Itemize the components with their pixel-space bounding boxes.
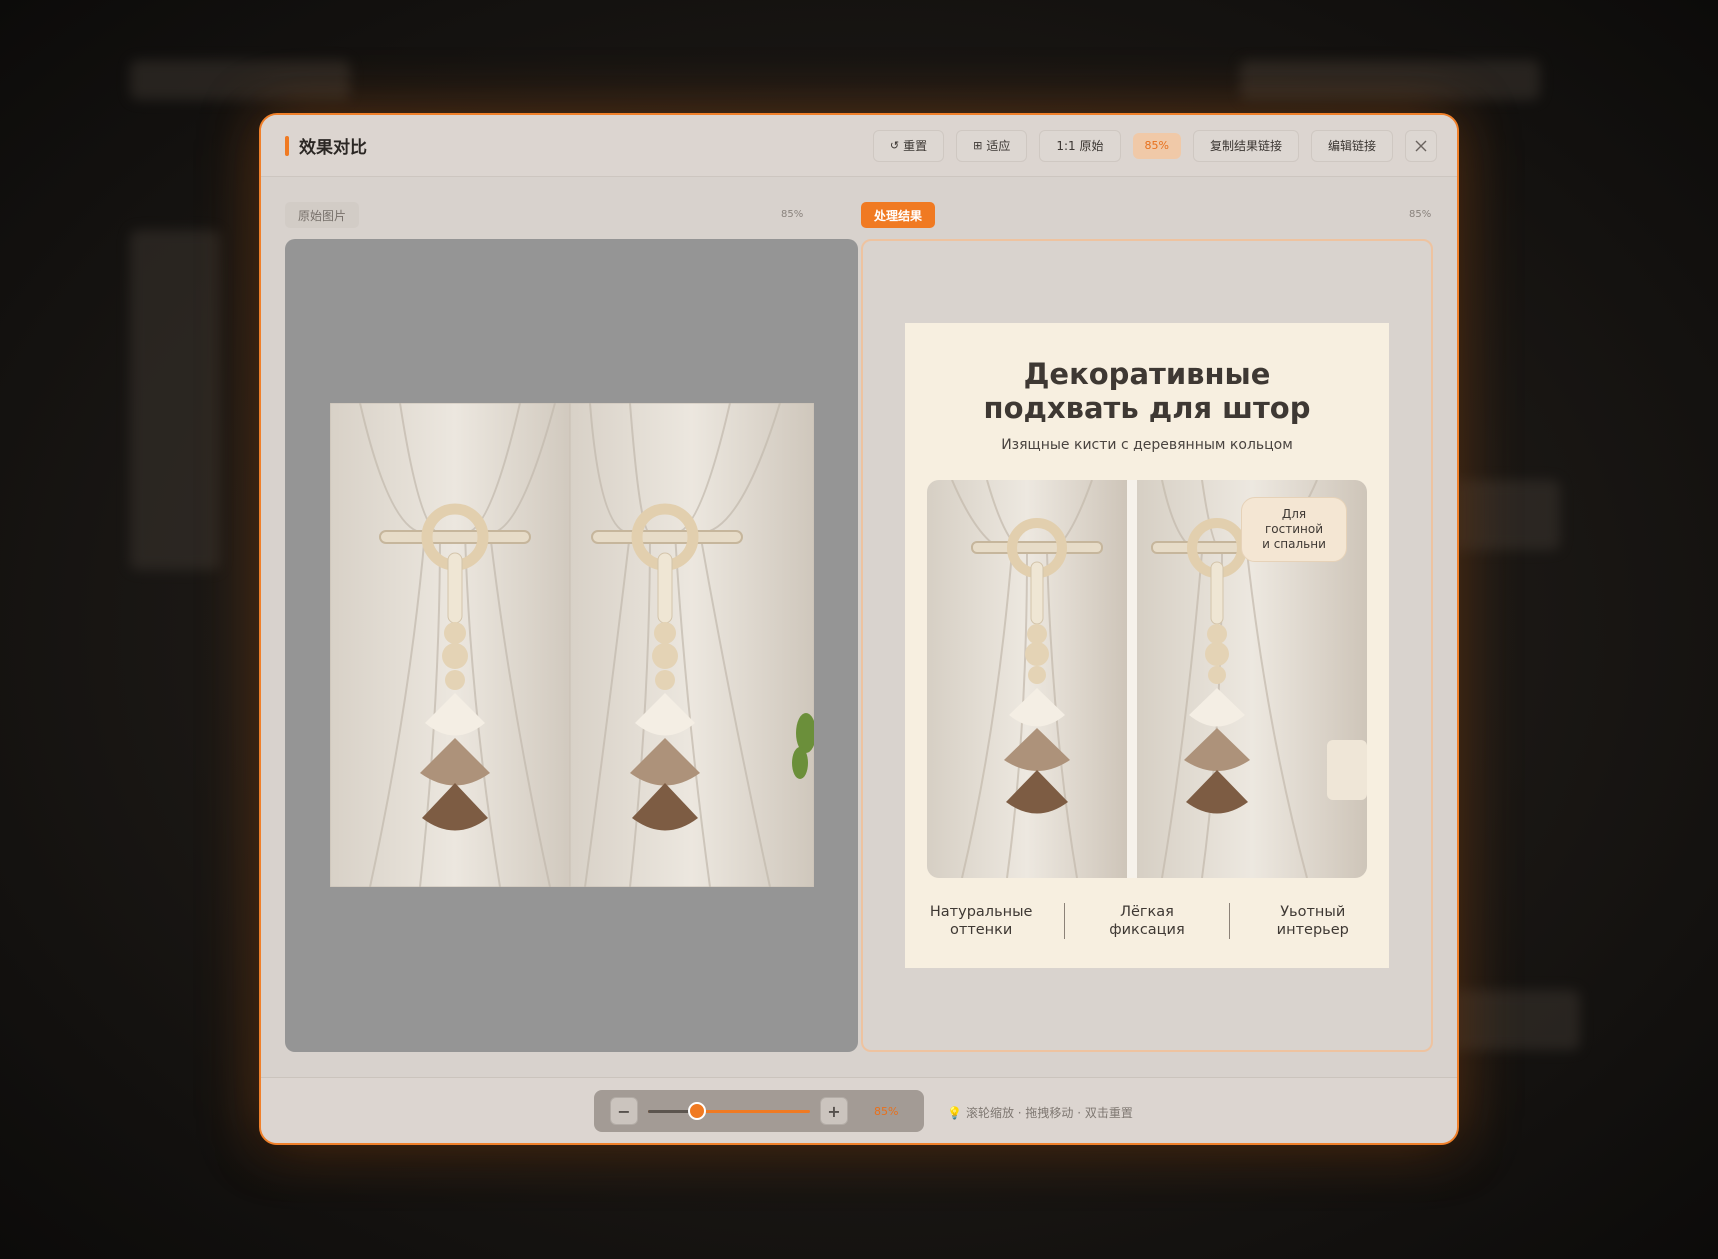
poster-features: Натуральные оттенки Лёгкая фиксация Уьот…: [905, 901, 1389, 941]
original-curtain-image: [330, 403, 814, 887]
close-button[interactable]: [1405, 129, 1437, 162]
modal-header: 效果对比 ↺ 重置 ⊞ 适应 1:1 原始 85% 复制结果链接 编辑链接: [261, 115, 1457, 177]
feature-item: Лёгкая фиксация: [1109, 904, 1185, 938]
reset-icon: ↺: [889, 139, 900, 152]
copy-link-label: 复制结果链接: [1209, 139, 1282, 153]
poster-badge: Для гостиной и спальни: [1241, 497, 1347, 562]
feature-item: Натуральные оттенки: [929, 904, 1033, 938]
fit-button[interactable]: ⊞ 适应: [956, 129, 1028, 162]
actual-size-label: 1:1 原始: [1056, 139, 1104, 153]
modal-title: 效果对比: [299, 138, 367, 158]
zoom-slider[interactable]: [648, 1102, 810, 1120]
original-image-pane[interactable]: [285, 239, 858, 1052]
feature-item: Уьотный интерьер: [1276, 904, 1349, 938]
result-image-pane[interactable]: Декоративные подхвать для штор Изящные к…: [861, 239, 1433, 1052]
lightbulb-icon: 💡: [947, 1105, 962, 1120]
reset-button[interactable]: ↺ 重置: [872, 129, 945, 162]
comparison-modal: 效果对比 ↺ 重置 ⊞ 适应 1:1 原始 85% 复制结果链接 编辑链接 原始…: [259, 113, 1459, 1145]
modal-footer: − + 85% 💡 滚轮缩放 · 拖拽移动 · 双击重置: [261, 1077, 1457, 1143]
poster-title: Декоративные подхвать для штор: [905, 357, 1389, 425]
edit-link-label: 编辑链接: [1327, 139, 1376, 153]
actual-size-button[interactable]: 1:1 原始: [1039, 129, 1121, 162]
minus-icon: −: [617, 1101, 631, 1121]
result-poster: Декоративные подхвать для штор Изящные к…: [905, 323, 1389, 968]
plus-icon: +: [827, 1101, 841, 1121]
title-accent-bar: [285, 135, 289, 156]
zoom-level-badge: 85%: [1132, 132, 1181, 159]
feature-divider: [1229, 903, 1231, 939]
zoom-out-button[interactable]: −: [610, 1097, 638, 1125]
copy-result-link-button[interactable]: 复制结果链接: [1192, 129, 1299, 162]
feature-divider: [1063, 903, 1065, 939]
poster-title-line1: Декоративные: [1023, 357, 1271, 391]
result-label: 处理结果: [861, 202, 936, 228]
usage-hint-text: 滚轮缩放 · 拖拽移动 · 双击重置: [965, 1106, 1133, 1120]
poster-title-line2: подхвать для штор: [983, 391, 1311, 425]
reset-button-label: 重置: [903, 139, 928, 153]
close-icon: [1415, 140, 1427, 151]
poster-subtitle: Изящные кисти с деревянным кольцом: [1001, 437, 1293, 453]
edit-link-button[interactable]: 编辑链接: [1310, 129, 1393, 162]
grid-icon: ⊞: [973, 139, 983, 152]
result-zoom-tag: 85%: [1409, 209, 1432, 220]
usage-hint: 💡 滚轮缩放 · 拖拽移动 · 双击重置: [947, 1104, 1133, 1121]
original-image-label: 原始图片: [285, 202, 360, 228]
fit-button-label: 适应: [986, 139, 1011, 153]
zoom-percent: 85%: [874, 1104, 899, 1118]
toolbar: ↺ 重置 ⊞ 适应 1:1 原始 85% 复制结果链接 编辑链接: [872, 129, 1437, 162]
original-zoom-tag: 85%: [781, 209, 804, 220]
zoom-in-button[interactable]: +: [820, 1097, 848, 1125]
slider-thumb[interactable]: [687, 1102, 706, 1120]
zoom-control: − + 85%: [594, 1090, 924, 1132]
